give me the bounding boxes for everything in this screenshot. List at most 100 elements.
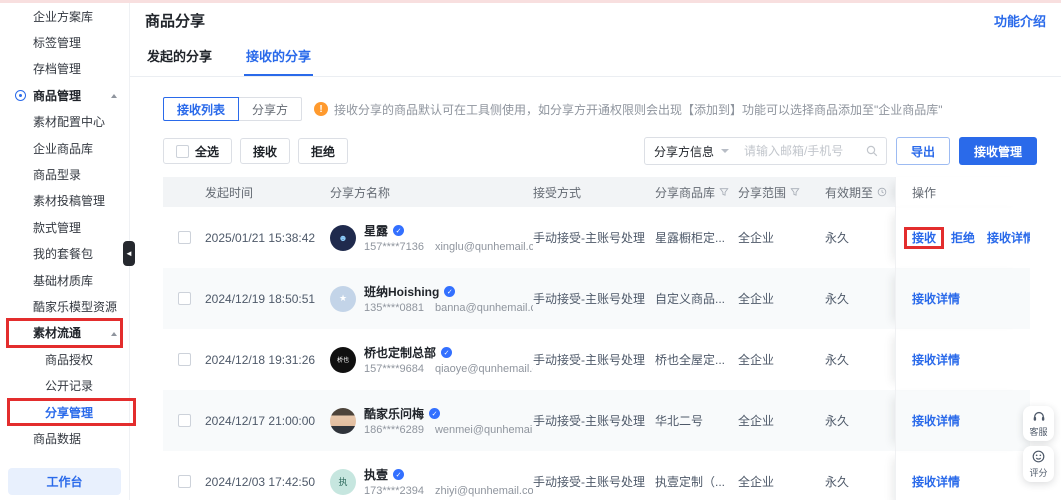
sidebar-item-label: 企业方案库 xyxy=(33,8,93,25)
feature-intro-link[interactable]: 功能介绍 xyxy=(994,11,1046,30)
export-button[interactable]: 导出 xyxy=(896,137,950,165)
funnel-icon[interactable] xyxy=(790,187,800,197)
initiate-time-cell: 2024/12/19 18:50:51 xyxy=(205,268,330,329)
actions-cell: 接收详情 xyxy=(895,390,1030,451)
tab-received-shares[interactable]: 接收的分享 xyxy=(244,37,313,76)
sidebar-item-3[interactable]: 商品管理 xyxy=(0,82,129,108)
receive-detail-link[interactable]: 接收详情 xyxy=(912,473,960,490)
receive-manage-button[interactable]: 接收管理 xyxy=(959,137,1037,165)
share-scope-cell: 全企业 xyxy=(738,329,825,390)
receive-detail-link[interactable]: 接收详情 xyxy=(912,290,960,307)
smiley-icon xyxy=(1032,450,1045,465)
accept-button[interactable]: 接收 xyxy=(240,138,290,164)
tab-initiated-shares[interactable]: 发起的分享 xyxy=(145,37,214,76)
select-all-button[interactable]: 全选 xyxy=(163,138,232,164)
sharer-phone: 135****0881 xyxy=(364,302,424,314)
sidebar-item-16[interactable]: 商品数据 xyxy=(0,425,129,451)
customer-service-widget[interactable]: 客服 xyxy=(1023,406,1054,441)
sidebar-item-2[interactable]: 存档管理 xyxy=(0,56,129,82)
sidebar-item-4[interactable]: 素材配置中心 xyxy=(0,109,129,135)
row-checkbox-cell xyxy=(163,390,205,451)
search-icon[interactable] xyxy=(866,145,886,157)
clock-icon[interactable] xyxy=(877,187,887,197)
sharer-name-row: 星露✓ xyxy=(364,222,525,239)
workbench-button[interactable]: 工作台 xyxy=(8,468,121,495)
row-checkbox[interactable] xyxy=(178,231,191,244)
actions-cell: 接收 拒绝接收详情 xyxy=(895,207,1030,268)
sharer: ★班纳Hoishing✓135****0881banna@qunhemail.c… xyxy=(330,283,525,314)
reject-link[interactable]: 拒绝 xyxy=(951,229,975,246)
page-header: 商品分享 功能介绍 xyxy=(130,0,1061,31)
view-toggle-sharer[interactable]: 分享方 xyxy=(239,97,302,121)
valid-until: 永久 xyxy=(825,229,849,246)
row-checkbox[interactable] xyxy=(178,475,191,488)
receive-detail-link[interactable]: 接收详情 xyxy=(912,351,960,368)
rating-label: 评分 xyxy=(1029,466,1047,479)
notice: ! 接收分享的商品默认可在工具侧使用，如分享方开通权限则会出现【添加到】功能可以… xyxy=(314,101,943,118)
sidebar-item-list: 企业方案库标签管理存档管理商品管理素材配置中心企业商品库商品型录素材投稿管理款式… xyxy=(0,3,129,452)
receive-detail-link[interactable]: 接收详情 xyxy=(987,229,1030,246)
receive-detail-link[interactable]: 接收详情 xyxy=(912,412,960,429)
sharer-info: 班纳Hoishing✓135****0881banna@qunhemail.co… xyxy=(364,283,525,314)
row-checkbox[interactable] xyxy=(178,292,191,305)
sidebar-item-1[interactable]: 标签管理 xyxy=(0,29,129,55)
valid-until: 永久 xyxy=(825,351,849,368)
initiate-time-cell: 2024/12/18 19:31:26 xyxy=(205,329,330,390)
reject-button[interactable]: 拒绝 xyxy=(298,138,348,164)
table-row: 2024/12/19 18:50:51★班纳Hoishing✓135****08… xyxy=(163,268,1030,329)
notice-text: 接收分享的商品默认可在工具侧使用，如分享方开通权限则会出现【添加到】功能可以选择… xyxy=(334,101,943,118)
valid-until-cell: 永久 xyxy=(825,390,895,451)
sidebar: 企业方案库标签管理存档管理商品管理素材配置中心企业商品库商品型录素材投稿管理款式… xyxy=(0,0,130,500)
sharer-contact-row: 173****2394zhiyi@qunhemail.com xyxy=(364,485,525,497)
sidebar-item-11[interactable]: 酷家乐模型资源 xyxy=(0,293,129,319)
sidebar-item-7[interactable]: 素材投稿管理 xyxy=(0,188,129,214)
sidebar-item-label: 素材流通 xyxy=(33,324,81,341)
sidebar-item-10[interactable]: 基础材质库 xyxy=(0,267,129,293)
sidebar-item-15[interactable]: 分享管理 xyxy=(0,399,129,425)
search-input[interactable] xyxy=(738,144,866,158)
sharer-name-row: 桥也定制总部✓ xyxy=(364,344,525,361)
sidebar-item-14[interactable]: 公开记录 xyxy=(0,372,129,398)
row-checkbox-cell xyxy=(163,207,205,268)
verified-badge-icon: ✓ xyxy=(393,225,404,236)
receive-link[interactable]: 接收 xyxy=(912,231,936,245)
sidebar-item-5[interactable]: 企业商品库 xyxy=(0,135,129,161)
shared-library-cell: 星露橱柜定... xyxy=(655,207,738,268)
tab-bar: 发起的分享接收的分享 xyxy=(130,37,1061,77)
sidebar-item-0[interactable]: 企业方案库 xyxy=(0,3,129,29)
sidebar-collapse-handle[interactable]: ◄ xyxy=(123,241,135,266)
annotation-red-box: 接收 xyxy=(904,227,944,249)
shared-library: 执壹定制（... xyxy=(655,473,725,490)
sidebar-item-label: 商品型录 xyxy=(33,166,81,183)
row-checkbox[interactable] xyxy=(178,414,191,427)
sharer-info-select[interactable]: 分享方信息 xyxy=(645,143,738,160)
verified-badge-icon: ✓ xyxy=(393,469,404,480)
sidebar-item-label: 素材投稿管理 xyxy=(33,192,105,209)
sidebar-item-6[interactable]: 商品型录 xyxy=(0,161,129,187)
sharer-email: banna@qunhemail.com xyxy=(435,302,533,314)
avatar: ☻ xyxy=(330,225,356,251)
share-scope: 全企业 xyxy=(738,473,774,490)
sidebar-item-12[interactable]: 素材流通 xyxy=(0,320,129,346)
sharer-cell: 桥也桥也定制总部✓157****9684qiaoye@qunhemail.com xyxy=(330,329,533,390)
row-checkbox[interactable] xyxy=(178,353,191,366)
sidebar-item-13[interactable]: 商品授权 xyxy=(0,346,129,372)
sharer-email: wenmei@qunhemail.com xyxy=(435,424,533,436)
share-scope: 全企业 xyxy=(738,290,774,307)
sharer-name: 酷家乐问梅 xyxy=(364,405,424,422)
select-all-checkbox[interactable] xyxy=(176,145,189,158)
view-toggle-receive-list[interactable]: 接收列表 xyxy=(163,97,239,121)
sharer-cell: ☻ 星露✓ 157****7136xinglu@qunhemail.com xyxy=(330,207,533,268)
rating-widget[interactable]: 评分 xyxy=(1023,446,1054,482)
sidebar-item-8[interactable]: 款式管理 xyxy=(0,214,129,240)
sharer-contact-row: 157****7136xinglu@qunhemail.com xyxy=(364,241,525,253)
row-checkbox-cell xyxy=(163,329,205,390)
funnel-icon[interactable] xyxy=(719,187,729,197)
initiate-time: 2024/12/19 18:50:51 xyxy=(205,292,315,306)
sidebar-item-9[interactable]: 我的套餐包 xyxy=(0,241,129,267)
verified-badge-icon: ✓ xyxy=(444,286,455,297)
sharer-filter-group: 分享方信息 xyxy=(644,137,887,165)
share-scope: 全企业 xyxy=(738,351,774,368)
sidebar-item-label: 标签管理 xyxy=(33,34,81,51)
accept-label: 接收 xyxy=(253,143,277,160)
